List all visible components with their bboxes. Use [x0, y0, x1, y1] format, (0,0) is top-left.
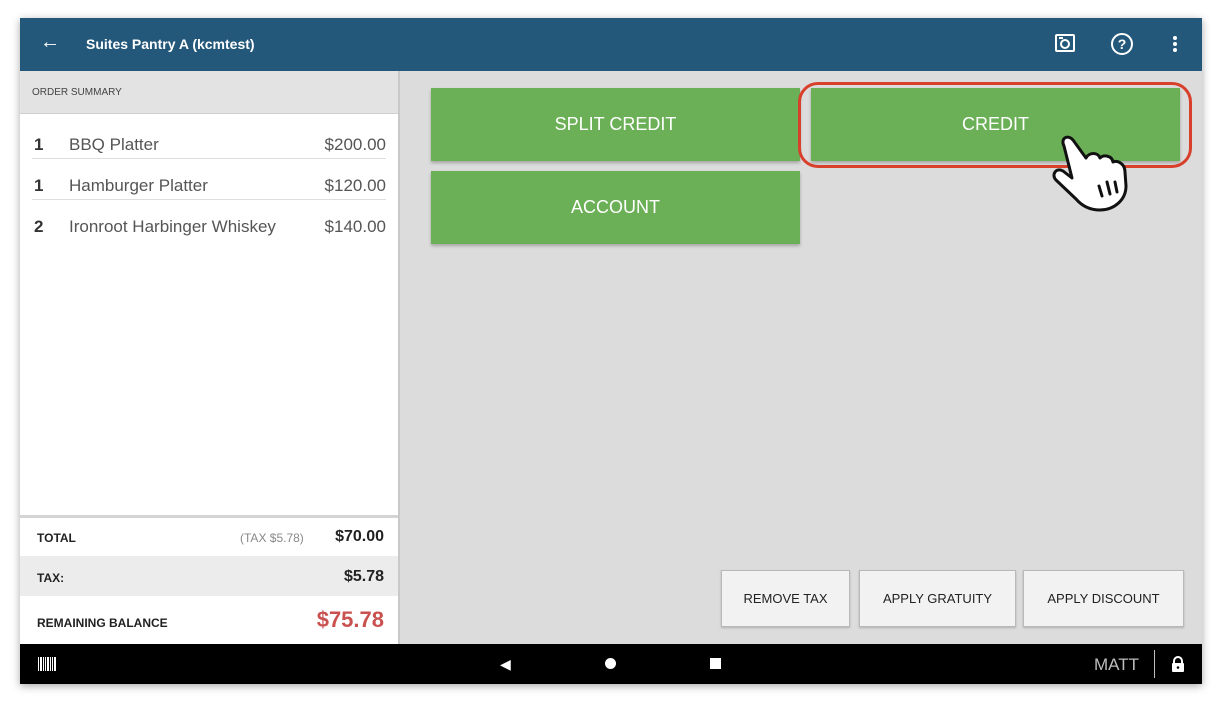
order-item-row[interactable]: 1 Hamburger Platter $120.00	[32, 171, 386, 200]
account-button[interactable]: ACCOUNT	[431, 171, 800, 244]
help-icon[interactable]: ?	[1110, 32, 1134, 56]
apply-gratuity-button[interactable]: APPLY GRATUITY	[859, 570, 1016, 627]
remaining-balance-label: REMAINING BALANCE	[37, 616, 168, 630]
order-summary-heading: ORDER SUMMARY	[20, 71, 398, 114]
total-row: TOTAL (TAX $5.78) $70.00	[20, 515, 398, 556]
nav-home-icon[interactable]	[605, 658, 616, 669]
camera-icon[interactable]	[1054, 32, 1076, 54]
item-name: Ironroot Harbinger Whiskey	[69, 217, 276, 236]
item-price: $200.00	[324, 135, 386, 154]
remove-tax-button[interactable]: REMOVE TAX	[721, 570, 850, 627]
item-name: Hamburger Platter	[69, 176, 208, 195]
arrow-left-icon[interactable]: ←	[40, 32, 60, 52]
item-qty: 1	[34, 176, 44, 195]
item-price: $140.00	[324, 217, 386, 236]
totals-section: TOTAL (TAX $5.78) $70.00 TAX: $5.78 REMA…	[20, 515, 398, 647]
item-name: BBQ Platter	[69, 135, 159, 154]
item-price: $120.00	[324, 176, 386, 195]
system-nav-bar: ◀ MATT	[20, 644, 1202, 684]
tax-row: TAX: $5.78	[20, 556, 398, 596]
svg-text:?: ?	[1118, 36, 1127, 52]
item-qty: 1	[34, 135, 44, 154]
more-vert-icon[interactable]	[1168, 32, 1182, 56]
tax-label: TAX:	[37, 571, 65, 585]
split-credit-button[interactable]: SPLIT CREDIT	[431, 88, 800, 161]
order-item-row[interactable]: 1 BBQ Platter $200.00	[32, 130, 386, 159]
order-summary-panel: ORDER SUMMARY 1 BBQ Platter $200.00 1 Ha…	[20, 71, 400, 647]
highlight-ring	[798, 82, 1192, 168]
apply-discount-button[interactable]: APPLY DISCOUNT	[1023, 570, 1184, 627]
total-tax-note: (TAX $5.78)	[240, 531, 304, 545]
top-app-bar: ← Suites Pantry A (kcmtest) ?	[20, 18, 1202, 71]
tax-value: $5.78	[343, 568, 384, 585]
user-name: MATT	[1094, 655, 1140, 674]
total-value: $70.00	[335, 528, 384, 545]
nav-recent-apps-icon[interactable]	[710, 658, 721, 669]
nav-back-icon[interactable]: ◀	[500, 656, 511, 673]
order-item-row[interactable]: 2 Ironroot Harbinger Whiskey $140.00	[32, 212, 386, 240]
divider	[1154, 650, 1155, 678]
remaining-balance-row: REMAINING BALANCE $75.78	[20, 596, 398, 647]
app-title: Suites Pantry A (kcmtest)	[86, 36, 255, 52]
app-window: ← Suites Pantry A (kcmtest) ? ORDER SUMM…	[20, 18, 1202, 684]
remaining-balance-value: $75.78	[316, 607, 384, 632]
total-label: TOTAL	[37, 531, 76, 545]
pointing-hand-icon	[1052, 135, 1128, 212]
item-qty: 2	[34, 217, 44, 236]
barcode-icon[interactable]	[38, 657, 56, 671]
lock-icon[interactable]	[1171, 656, 1185, 672]
